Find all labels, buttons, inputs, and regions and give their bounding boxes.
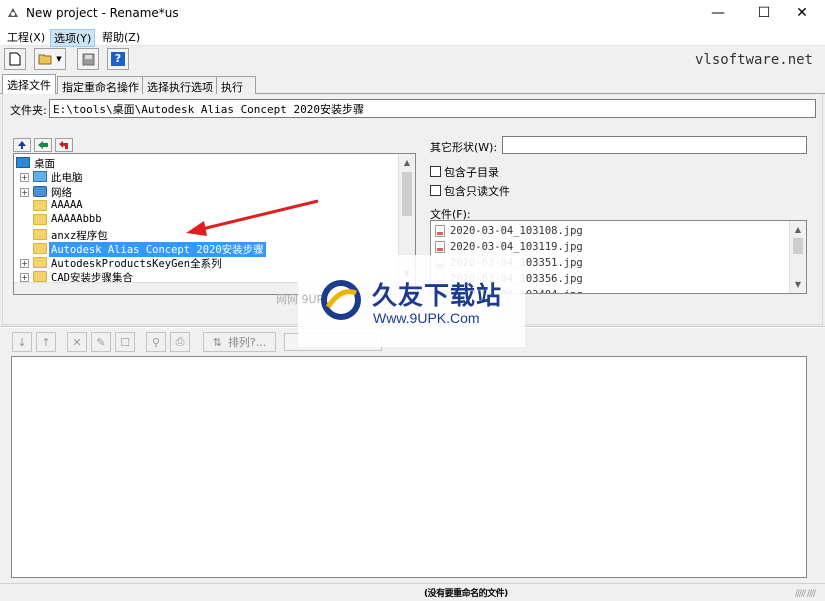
tree-item[interactable]: Autodesk Alias Concept 2020安装步骤 <box>14 241 399 257</box>
tree-item[interactable]: 桌面 <box>14 156 399 170</box>
tree-item-label: AAAAAbbb <box>51 213 102 226</box>
move-up-button[interactable]: ↑ <box>36 332 56 352</box>
scroll-up-arrow-icon[interactable]: ▲ <box>399 154 415 171</box>
include-readonly-checkbox[interactable]: 包含只读文件 <box>430 183 510 198</box>
help-button[interactable]: ? <box>107 48 129 70</box>
files-vertical-scrollbar[interactable]: ▲ ▼ <box>789 221 806 293</box>
sort-icon: ⇅ <box>212 335 222 349</box>
new-file-button[interactable] <box>4 48 26 70</box>
folder-icon <box>33 228 47 240</box>
desktop-icon <box>16 157 30 168</box>
expand-icon[interactable]: + <box>20 173 29 183</box>
checkbox-box[interactable] <box>430 166 441 177</box>
open-folder-icon <box>38 54 52 65</box>
tree-item-label: 此电脑 <box>51 172 83 185</box>
new-file-icon <box>9 52 21 66</box>
tree-item-label: 桌面 <box>34 158 55 170</box>
watermark-title: 久友下载站 <box>372 282 503 310</box>
open-folder-button[interactable]: ▼ <box>34 48 66 70</box>
other-shape-label: 其它形状(W): <box>430 141 498 154</box>
folder-icon <box>33 242 47 254</box>
undo-button[interactable] <box>55 138 73 152</box>
tree-item-label: AAAAA <box>51 198 83 211</box>
folder-icon <box>33 257 47 269</box>
rename-list[interactable] <box>11 356 807 578</box>
back-button[interactable] <box>34 138 52 152</box>
close-button[interactable]: ✕ <box>779 0 825 26</box>
app-icon <box>6 6 20 20</box>
brand-label: vlsoftware.net <box>694 52 813 68</box>
print-button[interactable]: ⎙ <box>170 332 190 352</box>
back-arrow-icon <box>38 141 48 149</box>
computer-icon <box>33 171 47 183</box>
undo-arrow-icon <box>59 141 68 149</box>
tab-rename-ops[interactable]: 指定重命名操作 <box>57 76 144 94</box>
file-list-item[interactable]: 2020-03-04_103108.jpg <box>435 223 583 239</box>
checkbox-box[interactable] <box>430 185 441 196</box>
scroll-thumb[interactable] <box>793 238 803 254</box>
up-button[interactable] <box>13 138 31 152</box>
file-name: 2020-03-04_103108.jpg <box>450 225 583 237</box>
help-icon: ? <box>111 52 125 66</box>
network-icon <box>33 185 47 197</box>
folder-input[interactable]: E:\tools\桌面\Autodesk Alias Concept 2020安… <box>49 99 816 118</box>
image-file-icon <box>435 241 445 253</box>
move-down-button[interactable]: ↓ <box>12 332 32 352</box>
include-readonly-label: 包含只读文件 <box>444 184 510 198</box>
scroll-thumb[interactable] <box>402 172 412 216</box>
menu-project[interactable]: 工程(X) <box>4 29 48 45</box>
save-button[interactable] <box>77 48 99 70</box>
folder-label: 文件夹: <box>10 104 47 117</box>
status-text: (没有要重命名的文件) <box>424 589 508 599</box>
edit-button[interactable]: ✎ <box>91 332 111 352</box>
watermark-url: Www.9UPK.Com <box>373 310 480 326</box>
expand-icon[interactable]: + <box>20 259 29 269</box>
folder-icon <box>33 214 47 226</box>
watermark-logo-icon <box>318 277 364 323</box>
file-list-item[interactable]: 2020-03-04_103119.jpg <box>435 239 583 255</box>
tree-item-label: Autodesk Alias Concept 2020安装步骤 <box>49 241 266 257</box>
menu-options[interactable]: 选项(Y) <box>50 29 96 47</box>
tab-execute[interactable]: 执行 <box>216 76 256 94</box>
resize-grip[interactable]: ///// //// <box>795 589 816 599</box>
chevron-down-icon: ▼ <box>56 55 62 63</box>
scroll-down-arrow-icon[interactable]: ▼ <box>790 276 806 293</box>
include-subdirs-label: 包含子目录 <box>444 165 499 179</box>
other-shape-input[interactable] <box>502 136 807 154</box>
include-subdirs-checkbox[interactable]: 包含子目录 <box>430 164 499 179</box>
tree-item-label: 网络 <box>51 186 72 199</box>
tab-exec-options[interactable]: 选择执行选项 <box>142 76 218 94</box>
scroll-up-arrow-icon[interactable]: ▲ <box>790 221 806 238</box>
edit-box-button[interactable]: ☐ <box>115 332 135 352</box>
folder-icon <box>33 271 47 283</box>
minimize-button[interactable]: — <box>695 0 741 26</box>
tab-select-files[interactable]: 选择文件 <box>2 74 56 95</box>
sort-label: 排列?... <box>227 336 267 349</box>
folder-icon <box>33 199 47 211</box>
image-file-icon <box>435 225 445 237</box>
status-bar <box>0 583 825 601</box>
sort-button[interactable]: ⇅ 排列?... <box>203 332 276 352</box>
window-title: New project - Rename*us <box>26 6 179 20</box>
tree-item-label: AutodeskProductsKeyGen全系列 <box>51 258 222 271</box>
tree-item[interactable]: + 此电脑 <box>14 170 399 184</box>
file-name: 2020-03-04_103119.jpg <box>450 241 583 253</box>
annotation-arrow-icon <box>186 199 319 236</box>
expand-icon[interactable]: + <box>20 187 29 197</box>
remove-button[interactable]: ✕ <box>67 332 87 352</box>
up-arrow-icon <box>18 141 26 149</box>
menu-help[interactable]: 帮助(Z) <box>99 29 143 45</box>
find-button[interactable]: ⚲ <box>146 332 166 352</box>
save-icon <box>82 53 94 65</box>
tree-item-label: anxz程序包 <box>51 229 108 242</box>
